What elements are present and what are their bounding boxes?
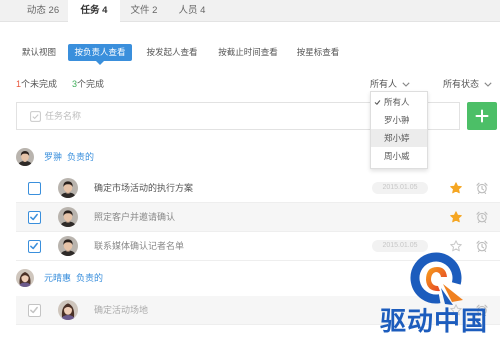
tab-label: 任务 xyxy=(80,5,100,16)
view-by-starred[interactable]: 按星标查看 xyxy=(292,44,344,61)
view-by-due-date[interactable]: 按截止时间查看 xyxy=(214,44,282,61)
star-icon[interactable] xyxy=(450,182,462,194)
menu-item-person[interactable]: 周小威 xyxy=(371,147,427,165)
avatar-image xyxy=(16,148,34,166)
task-title[interactable]: 照定客户并邀请确认 xyxy=(94,203,175,231)
star-icon[interactable] xyxy=(450,211,462,223)
watermark-text: 驱动中国 xyxy=(380,306,489,336)
people-filter[interactable]: 所有人 xyxy=(370,78,410,90)
avatar-image xyxy=(58,178,78,198)
avatar-image xyxy=(58,300,78,320)
owner-suffix: 负责的 xyxy=(67,152,95,162)
task-title[interactable]: 联系媒体确认记者名单 xyxy=(94,232,184,260)
tab-label: 文件 xyxy=(130,5,150,16)
chevron-down-icon xyxy=(402,82,410,87)
group-header: 罗翀 负责的 xyxy=(16,148,216,166)
task-row[interactable]: 确定市场活动的执行方案 2015.01.05 xyxy=(16,174,500,203)
complete-label: 个完成 xyxy=(77,79,105,89)
tab-count: 26 xyxy=(48,5,60,16)
avatar-image xyxy=(58,236,78,256)
group-title: 元晴惠 负责的 xyxy=(44,269,103,287)
plus-icon xyxy=(475,109,489,123)
task-checkbox[interactable] xyxy=(28,211,41,224)
due-date-badge[interactable]: 2015.01.05 xyxy=(372,182,428,194)
tab-tasks[interactable]: 任务 4 xyxy=(68,0,120,23)
tab-count: 4 xyxy=(102,5,108,16)
tab-label: 动态 xyxy=(26,5,46,16)
menu-item-person[interactable]: 罗小翀 xyxy=(371,111,427,129)
status-filter[interactable]: 所有状态 xyxy=(443,78,492,90)
incomplete-summary[interactable]: 1个未完成 xyxy=(16,78,57,90)
tab-bar: 动态 26 任务 4 文件 2 人员 4 xyxy=(0,0,500,23)
people-filter-label: 所有人 xyxy=(370,79,398,89)
owner-name[interactable]: 元晴惠 xyxy=(44,273,71,283)
task-checkbox[interactable] xyxy=(28,240,41,253)
owner-name[interactable]: 罗翀 xyxy=(44,152,62,162)
tab-count: 2 xyxy=(152,5,158,16)
task-title[interactable]: 确定活动场地 xyxy=(94,296,148,324)
add-task-button[interactable] xyxy=(467,102,497,130)
alarm-clock-icon[interactable] xyxy=(476,211,488,223)
status-filter-label: 所有状态 xyxy=(443,79,480,89)
group-header: 元晴惠 负责的 xyxy=(16,269,216,287)
task-title[interactable]: 确定市场活动的执行方案 xyxy=(94,174,193,202)
alarm-clock-icon[interactable] xyxy=(476,182,488,194)
assignee-avatar[interactable] xyxy=(58,300,78,320)
incomplete-label: 个未完成 xyxy=(21,79,58,89)
assignee-avatar[interactable] xyxy=(58,178,78,198)
check-icon xyxy=(29,305,39,315)
menu-item-person[interactable]: 郑小婷 xyxy=(371,129,427,147)
avatar-image xyxy=(16,269,34,287)
view-default[interactable]: 默认视图 xyxy=(18,44,60,61)
active-view-pointer xyxy=(96,61,104,65)
menu-item-label: 周小威 xyxy=(384,151,410,161)
people-filter-menu: 所有人 罗小翀 郑小婷 周小威 xyxy=(370,91,428,169)
avatar-image xyxy=(58,207,78,227)
check-icon xyxy=(374,99,381,106)
owner-avatar[interactable] xyxy=(16,269,34,287)
tab-count: 4 xyxy=(200,5,206,16)
view-by-assignee[interactable]: 按负责人查看 xyxy=(68,44,132,61)
tab-activity[interactable]: 动态 26 xyxy=(18,0,68,22)
owner-avatar[interactable] xyxy=(16,148,34,166)
assignee-avatar[interactable] xyxy=(58,207,78,227)
alarm-clock-icon[interactable] xyxy=(476,240,488,252)
view-by-creator[interactable]: 按发起人查看 xyxy=(142,44,202,61)
task-checkbox[interactable] xyxy=(28,182,41,195)
menu-item-label: 郑小婷 xyxy=(384,133,410,143)
task-row[interactable]: 照定客户并邀请确认 xyxy=(16,203,500,232)
complete-summary[interactable]: 3个完成 xyxy=(72,78,104,90)
group-title: 罗翀 负责的 xyxy=(44,148,94,166)
menu-item-all-people[interactable]: 所有人 xyxy=(371,93,427,111)
tab-label: 人员 xyxy=(178,5,198,16)
task-checkbox[interactable] xyxy=(28,304,41,317)
tab-members[interactable]: 人员 4 xyxy=(167,0,217,22)
menu-item-label: 所有人 xyxy=(384,97,410,107)
check-icon xyxy=(29,212,39,222)
tab-files[interactable]: 文件 2 xyxy=(119,0,169,22)
assignee-avatar[interactable] xyxy=(58,236,78,256)
task-checkbox-icon xyxy=(30,111,41,122)
owner-suffix: 负责的 xyxy=(76,273,104,283)
menu-item-label: 罗小翀 xyxy=(384,115,410,125)
check-icon xyxy=(29,241,39,251)
chevron-down-icon xyxy=(484,82,492,87)
watermark-logo-icon xyxy=(410,252,463,305)
